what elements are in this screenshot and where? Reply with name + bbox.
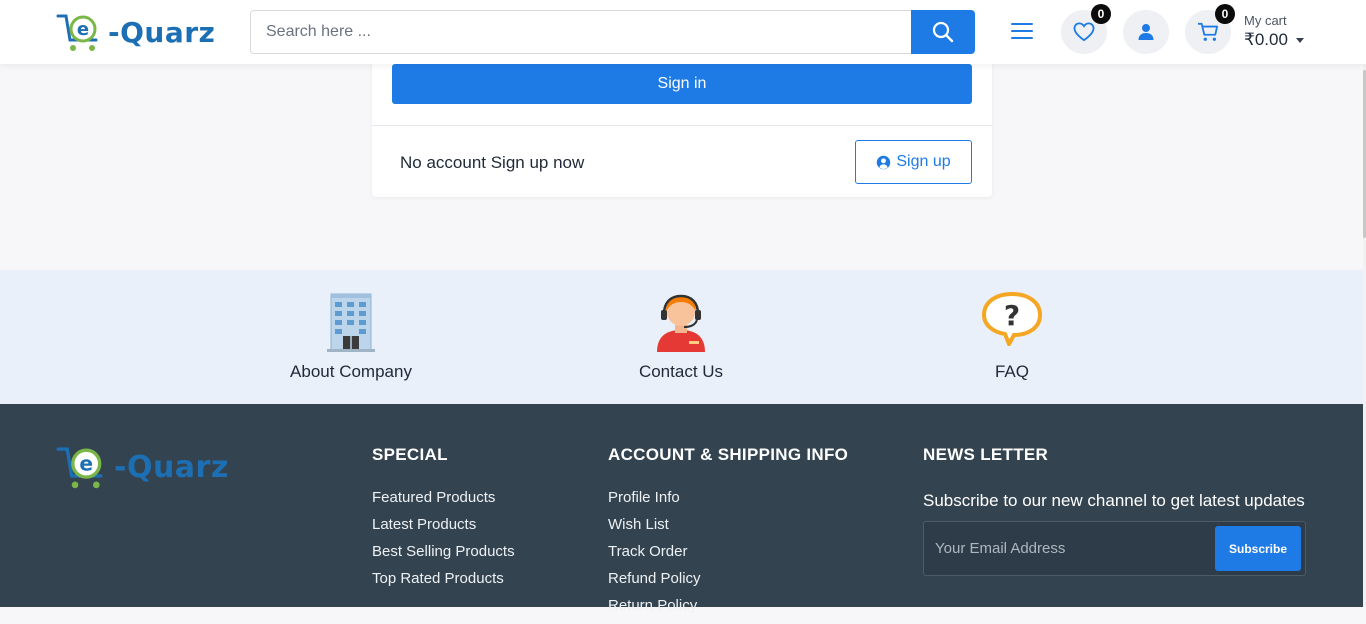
menu-icon[interactable] [1011,23,1033,41]
contact-us-link[interactable]: Contact Us [581,290,781,382]
footer-link-track-order[interactable]: Track Order [608,543,848,570]
building-icon [327,293,375,352]
cart-logo-icon: e [56,14,98,51]
heart-icon [1073,22,1095,42]
question-bubble-icon: ? [981,291,1043,346]
search-input[interactable] [251,11,911,53]
signup-label: Sign up [896,153,951,170]
cart-count-badge: 0 [1215,4,1235,24]
about-company-label: About Company [290,362,412,381]
user-circle-icon [877,155,891,169]
logo-letter: e [77,19,89,40]
site-header: e -Quarz 0 [0,0,1366,64]
newsletter-form: Subscribe [923,521,1306,576]
newsletter-column: NEWS LETTER Subscribe to our new channel… [923,445,1313,595]
footer-link-profile-info[interactable]: Profile Info [608,489,848,516]
caret-down-icon [1295,37,1304,43]
footer-link-latest-products[interactable]: Latest Products [372,516,515,543]
cart-total: ₹0.00 [1244,30,1288,49]
site-footer: e -Quarz SPECIAL Featured Products Lates… [0,404,1366,614]
special-title: SPECIAL [372,445,448,464]
contact-us-label: Contact Us [638,362,724,381]
card-divider [372,125,992,126]
newsletter-email-input[interactable] [924,522,1204,575]
cart-button[interactable]: 0 [1185,4,1235,54]
footer-logo-letter: e [79,451,93,475]
cart-icon [1198,22,1218,41]
footer-logo[interactable]: e -Quarz [56,442,229,492]
site-logo[interactable]: e -Quarz [56,10,215,54]
info-band: About Company Contact Us ? FAQ [0,270,1366,404]
about-company-link[interactable]: About Company [251,290,451,382]
wishlist-count-badge: 0 [1091,4,1111,24]
svg-text:?: ? [1004,299,1020,332]
logo-text: -Quarz [108,15,216,49]
account-button[interactable] [1123,10,1169,54]
wishlist-button[interactable]: 0 [1061,4,1111,54]
search-icon [932,21,954,43]
cart-label: My cart [1244,13,1287,28]
cart-logo-icon: e [56,447,103,489]
special-column: SPECIAL Featured Products Latest Product… [372,445,515,597]
signin-button[interactable]: Sign in [392,64,972,104]
footer-link-best-selling-products[interactable]: Best Selling Products [372,543,515,570]
footer-link-refund-policy[interactable]: Refund Policy [608,570,848,597]
signup-button[interactable]: Sign up [855,140,972,184]
footer-link-return-policy[interactable]: Return Policy [608,597,848,624]
footer-link-featured-products[interactable]: Featured Products [372,489,515,516]
newsletter-subtitle: Subscribe to our new channel to get late… [923,491,1305,510]
faq-label: FAQ [994,362,1029,381]
no-account-text: No account Sign up now [400,153,585,172]
search-button[interactable] [911,10,975,54]
footer-logo-text: -Quarz [114,449,229,485]
faq-link[interactable]: ? FAQ [912,290,1112,382]
footer-link-wish-list[interactable]: Wish List [608,516,848,543]
support-agent-icon [657,294,705,352]
footer-link-top-rated-products[interactable]: Top Rated Products [372,570,515,597]
user-icon [1138,24,1154,40]
search-bar [250,10,975,54]
account-title: ACCOUNT & SHIPPING INFO [608,445,849,464]
cart-summary[interactable]: My cart ₹0.00 [1244,13,1304,50]
newsletter-title: NEWS LETTER [923,445,1049,464]
cart-total-row: ₹0.00 [1244,30,1304,50]
account-column: ACCOUNT & SHIPPING INFO Profile Info Wis… [608,445,848,624]
subscribe-button[interactable]: Subscribe [1215,526,1301,571]
